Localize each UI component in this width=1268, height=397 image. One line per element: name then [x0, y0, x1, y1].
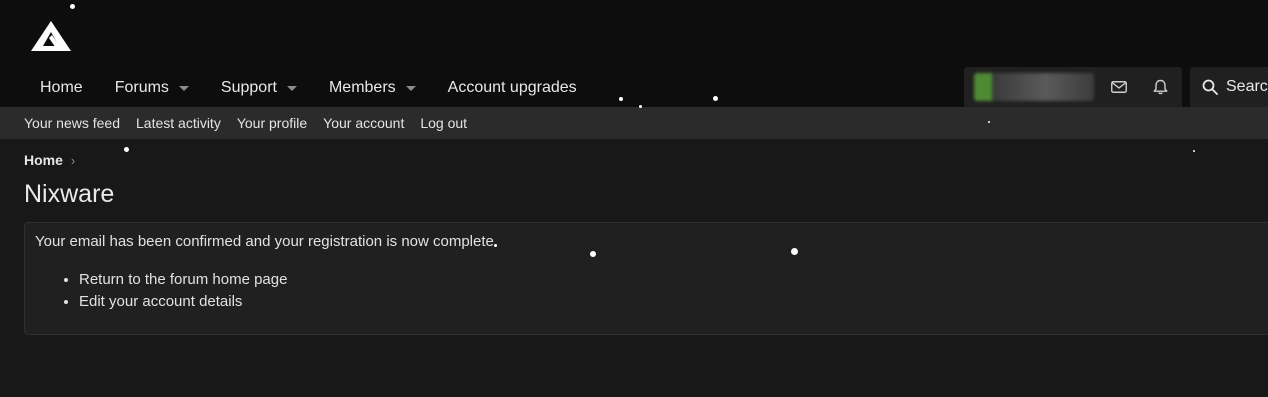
site-logo[interactable]: [30, 20, 72, 52]
snow-particle: [70, 4, 75, 9]
breadcrumb-home[interactable]: Home: [24, 152, 63, 168]
inbox-button[interactable]: [1099, 67, 1139, 107]
chevron-down-icon[interactable]: [178, 85, 189, 91]
snow-particle: [1193, 150, 1195, 152]
confirmation-block: Your email has been confirmed and your r…: [24, 222, 1268, 335]
nav-forums-label: Forums: [114, 79, 169, 96]
snow-particle: [619, 97, 623, 101]
snow-particle: [713, 96, 718, 101]
list-item: Edit your account details: [79, 291, 287, 313]
subnav-news-feed[interactable]: Your news feed: [16, 115, 128, 131]
nav-support-label: Support: [220, 79, 277, 96]
snow-particle: [590, 251, 596, 257]
breadcrumb: Home ›: [24, 152, 75, 168]
confirmation-message: Your email has been confirmed and your r…: [35, 233, 499, 250]
chevron-down-icon[interactable]: [286, 85, 297, 91]
bell-icon: [1153, 79, 1167, 95]
page-title: Nixware: [24, 180, 115, 208]
header: Home Forums Support Members Account upgr…: [0, 0, 1268, 107]
main-nav: Home Forums Support Members Account upgr…: [24, 70, 593, 106]
search-label: Search: [1226, 78, 1268, 95]
search-icon: [1202, 79, 1218, 95]
nav-home-label: Home: [40, 79, 83, 96]
nav-account-upgrades[interactable]: Account upgrades: [432, 70, 593, 106]
forum-home-link[interactable]: Return to the forum home page: [79, 271, 287, 288]
snow-particle: [791, 248, 798, 255]
subnav-your-profile[interactable]: Your profile: [229, 115, 315, 131]
edit-account-link[interactable]: Edit your account details: [79, 293, 242, 310]
nav-members[interactable]: Members: [313, 70, 432, 106]
snow-particle: [639, 105, 642, 108]
mail-icon: [1111, 81, 1127, 93]
subnav-your-account[interactable]: Your account: [315, 115, 412, 131]
subnav-latest-activity[interactable]: Latest activity: [128, 115, 229, 131]
snow-particle: [124, 147, 129, 152]
search-button[interactable]: Search: [1190, 67, 1268, 107]
subnav-log-out[interactable]: Log out: [412, 115, 475, 131]
nav-forums[interactable]: Forums: [99, 70, 205, 106]
user-menu[interactable]: [964, 67, 1182, 107]
chevron-down-icon[interactable]: [405, 85, 416, 91]
alerts-button[interactable]: [1140, 67, 1180, 107]
nav-support[interactable]: Support: [205, 70, 313, 106]
sub-nav: Your news feed Latest activity Your prof…: [0, 107, 1268, 139]
link-list: Return to the forum home page Edit your …: [35, 269, 287, 313]
nav-members-label: Members: [328, 79, 396, 96]
snow-particle: [494, 244, 497, 247]
list-item: Return to the forum home page: [79, 269, 287, 291]
snow-particle: [988, 121, 990, 123]
breadcrumb-separator-icon: ›: [70, 152, 76, 168]
nav-home[interactable]: Home: [24, 70, 99, 106]
avatar[interactable]: [974, 73, 1094, 101]
nav-account-upgrades-label: Account upgrades: [447, 79, 577, 96]
